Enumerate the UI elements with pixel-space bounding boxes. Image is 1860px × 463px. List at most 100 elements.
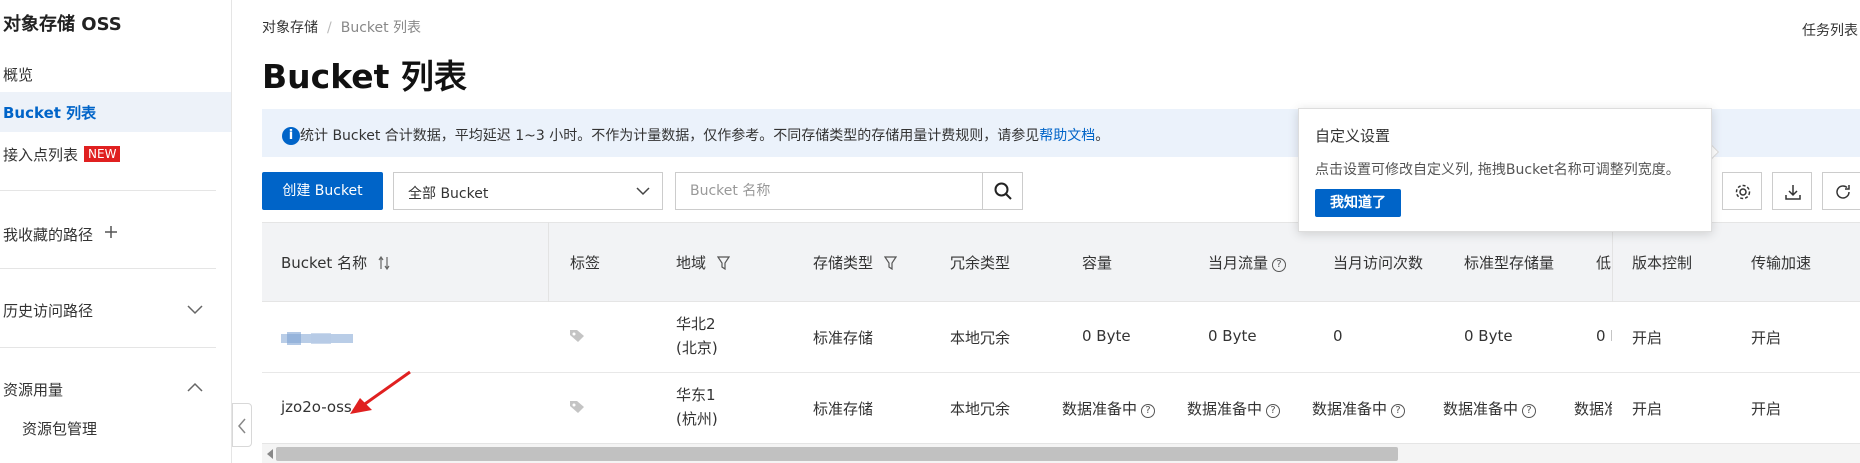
region-city: (北京): [676, 339, 718, 357]
search-button[interactable]: [982, 173, 1022, 209]
scroll-left-icon[interactable]: [266, 448, 274, 460]
visits-value: 数据准备中: [1312, 400, 1388, 418]
filter-icon[interactable]: [716, 256, 730, 271]
sidebar-item-favorites[interactable]: 我收藏的路径: [3, 224, 93, 245]
cell-storage-type: 标准存储: [813, 329, 874, 347]
breadcrumb-item-current: Bucket 列表: [340, 20, 422, 36]
th-acceleration: 传输加速: [1751, 254, 1812, 272]
plus-icon[interactable]: [104, 225, 118, 239]
help-icon[interactable]: ?: [1266, 404, 1281, 418]
cell-standard-storage: 数据准备中?: [1443, 398, 1537, 419]
notice-text: 统计 Bucket 合计数据，平均延迟 1~3 小时。不作为计量数据，仅作参考。…: [300, 125, 1109, 145]
sidebar-item-access-points-label: 接入点列表: [3, 146, 79, 164]
th-storage-type[interactable]: 存储类型: [813, 252, 897, 273]
bucket-filter-value: 全部 Bucket: [408, 186, 489, 202]
bucket-name-redacted[interactable]: [281, 332, 353, 345]
cell-capacity: 0 Byte: [1082, 327, 1131, 345]
help-icon[interactable]: ?: [1141, 404, 1156, 418]
annotation-arrow: [350, 370, 411, 414]
th-region[interactable]: 地域: [676, 252, 730, 273]
tag-icon[interactable]: [569, 329, 585, 343]
cell-versioning-link[interactable]: 开启: [1632, 398, 1662, 419]
popover-description: 点击设置可修改自定义列, 拖拽Bucket名称可调整列宽度。: [1315, 162, 1680, 178]
sidebar-item-bucket-list-label: Bucket 列表: [3, 104, 97, 122]
cell-traffic: 0 Byte: [1208, 327, 1257, 345]
cell-versioning-link[interactable]: 开启: [1632, 327, 1662, 348]
bucket-search-input[interactable]: [676, 173, 984, 209]
cell-traffic: 数据准备中?: [1187, 398, 1281, 419]
tag-icon[interactable]: [569, 400, 585, 414]
standard-storage-value: 数据准备中: [1443, 400, 1519, 418]
scrollbar-thumb[interactable]: [276, 447, 1398, 461]
notice-message: 统计 Bucket 合计数据，平均延迟 1~3 小时。不作为计量数据，仅作参考。…: [300, 128, 1040, 144]
cell-low-frequency: 数据准: [1574, 400, 1612, 418]
traffic-value: 数据准备中: [1187, 400, 1263, 418]
cell-visits: 0: [1333, 327, 1343, 345]
cell-acceleration-link[interactable]: 开启: [1751, 398, 1781, 419]
th-redundancy: 冗余类型: [950, 254, 1011, 272]
cell-standard-storage: 0 Byte: [1464, 327, 1513, 345]
sidebar-item-resource-usage-label: 资源用量: [3, 381, 64, 399]
filter-icon[interactable]: [883, 256, 897, 271]
region-name: 华东1: [676, 386, 716, 404]
task-list-link[interactable]: 任务列表: [1802, 20, 1858, 40]
breadcrumb-item-oss[interactable]: 对象存储: [262, 20, 318, 36]
table-row: [262, 302, 1860, 373]
cell-region: 华东1 (杭州): [676, 383, 718, 431]
th-monthly-visits: 当月访问次数: [1333, 254, 1424, 272]
cell-storage-type: 标准存储: [813, 400, 874, 418]
download-icon: [1785, 185, 1801, 200]
sidebar-divider: [0, 347, 216, 348]
info-icon: i: [282, 127, 300, 145]
cell-acceleration-link[interactable]: 开启: [1751, 327, 1781, 348]
sort-icon[interactable]: [378, 255, 390, 271]
th-tags: 标签: [570, 254, 601, 272]
sidebar-divider: [0, 268, 216, 269]
chevron-left-icon: [238, 418, 246, 434]
sidebar-item-favorites-label: 我收藏的路径: [3, 226, 94, 244]
breadcrumb-separator: /: [327, 20, 332, 36]
settings-button[interactable]: [1722, 172, 1762, 210]
cell-redundancy: 本地冗余: [950, 400, 1011, 418]
cell-low-frequency: 0 B: [1596, 327, 1612, 345]
sidebar-item-history-label: 历史访问路径: [3, 302, 94, 320]
th-capacity: 容量: [1082, 254, 1113, 272]
th-bucket-name-label: Bucket 名称: [281, 254, 368, 272]
notice-suffix: 。: [1095, 128, 1110, 144]
cell-visits: 数据准备中?: [1312, 398, 1406, 419]
sidebar-subitem-package[interactable]: 资源包管理: [22, 418, 97, 439]
chevron-up-icon[interactable]: [187, 382, 203, 392]
bucket-name-link[interactable]: jzo2o-oss: [281, 398, 352, 416]
download-button[interactable]: [1772, 172, 1812, 210]
help-icon[interactable]: ?: [1522, 404, 1537, 418]
breadcrumb: 对象存储 / Bucket 列表: [262, 17, 421, 37]
th-low-frequency: 低: [1596, 254, 1612, 272]
region-city: (杭州): [676, 410, 718, 428]
chevron-down-icon[interactable]: [187, 305, 203, 315]
th-standard-storage: 标准型存储量: [1464, 254, 1555, 272]
sidebar-item-access-points[interactable]: 接入点列表 NEW: [3, 144, 121, 165]
refresh-button[interactable]: [1822, 172, 1860, 210]
sidebar-divider: [0, 190, 216, 191]
th-monthly-traffic: 当月流量?: [1208, 252, 1287, 273]
customize-popover: 自定义设置 点击设置可修改自定义列, 拖拽Bucket名称可调整列宽度。 我知道…: [1298, 108, 1712, 232]
help-doc-link[interactable]: 帮助文档: [1039, 128, 1095, 144]
sidebar-collapse-button[interactable]: [232, 403, 252, 447]
got-it-button[interactable]: 我知道了: [1315, 189, 1401, 217]
th-monthly-traffic-label: 当月流量: [1208, 254, 1269, 272]
sidebar-item-history[interactable]: 历史访问路径: [3, 300, 93, 321]
help-icon[interactable]: ?: [1272, 258, 1287, 272]
th-bucket-name[interactable]: Bucket 名称: [281, 252, 390, 273]
cell-capacity: 数据准备中?: [1062, 398, 1156, 419]
cell-redundancy: 本地冗余: [950, 329, 1011, 347]
gear-icon: [1735, 184, 1751, 200]
chevron-down-icon: [636, 187, 650, 196]
page-title: Bucket 列表: [262, 57, 467, 96]
sidebar-item-overview[interactable]: 概览: [3, 64, 33, 85]
bucket-filter-select[interactable]: 全部 Bucket: [393, 172, 663, 210]
help-icon[interactable]: ?: [1391, 404, 1406, 418]
sidebar-item-resource-usage[interactable]: 资源用量: [3, 379, 63, 400]
create-bucket-button[interactable]: 创建 Bucket: [262, 172, 383, 210]
region-name: 华北2: [676, 315, 716, 333]
search-icon: [994, 182, 1012, 200]
